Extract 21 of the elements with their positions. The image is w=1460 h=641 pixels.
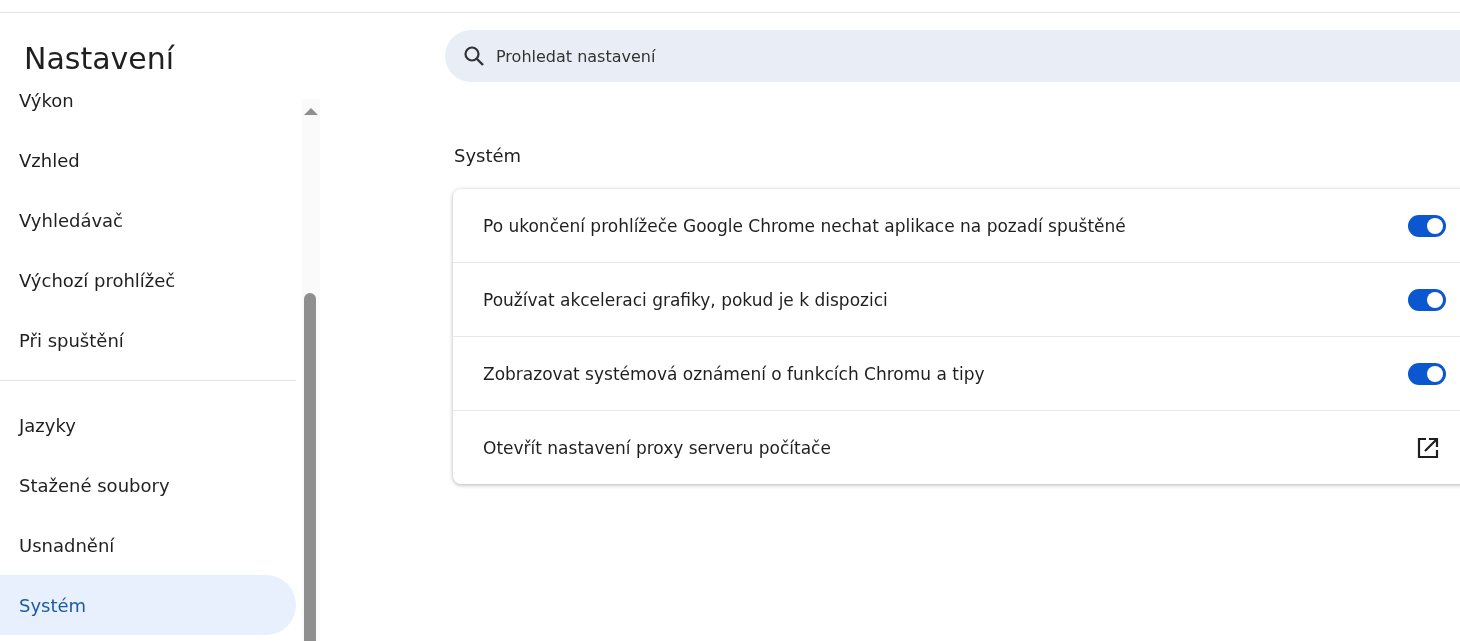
sidebar-item[interactable]: Výchozí prohlížeč (0, 250, 296, 310)
scroll-up-icon[interactable] (302, 105, 320, 117)
sidebar-item[interactable]: Při spuštění (0, 310, 296, 370)
section-title: Systém (454, 145, 522, 166)
search-field[interactable]: Prohledat nastavení (445, 30, 1460, 82)
setting-label: Používat akceleraci grafiky, pokud je k dispozici (483, 289, 889, 310)
search-icon (462, 44, 486, 68)
scrollbar-thumb[interactable] (304, 293, 316, 641)
toggle-switch[interactable] (1408, 288, 1446, 311)
setting-label: Otevřít nastavení proxy serveru počítače (483, 437, 832, 458)
sidebar-item[interactable]: Jazyky (0, 395, 296, 455)
sidebar-item[interactable]: Usnadnění (0, 515, 296, 575)
toggle-switch[interactable] (1408, 362, 1446, 385)
sidebar-item[interactable]: Systém (0, 575, 296, 635)
setting-label: Po ukončení prohlížeče Google Chrome nechat aplikace na pozadí spuštěné (483, 215, 1127, 236)
sidebar-item[interactable]: Vyhledávač (0, 190, 296, 250)
setting-label: Zobrazovat systémová oznámení o funkcích Chromu a tipy (483, 363, 986, 384)
sidebar-item[interactable]: Vzhled (0, 130, 296, 190)
external-link-icon[interactable] (1416, 435, 1440, 460)
sidebar-item[interactable]: Stažené soubory (0, 455, 296, 515)
toggle-switch[interactable] (1408, 214, 1446, 237)
